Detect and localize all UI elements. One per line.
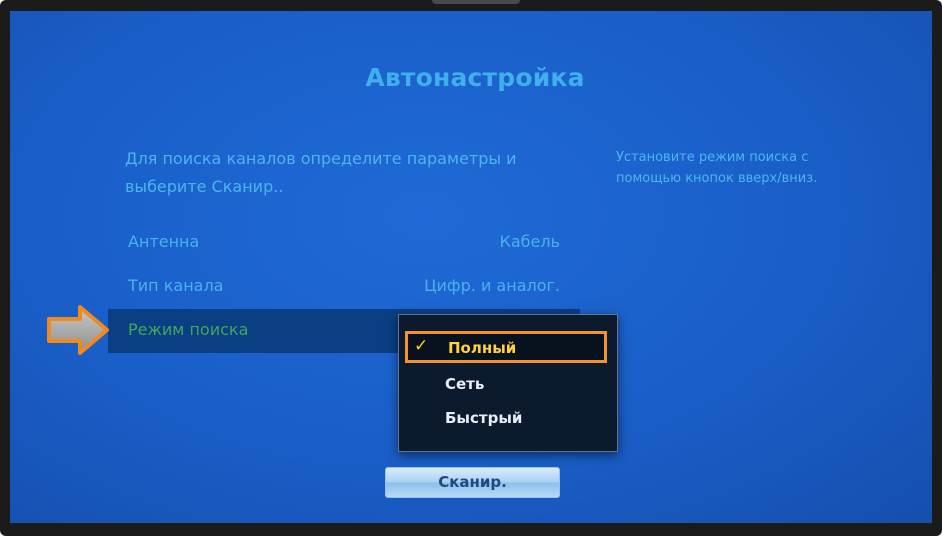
help-hint: Установите режим поиска с помощью кнопок… bbox=[616, 150, 818, 186]
setting-label: Режим поиска bbox=[128, 320, 249, 339]
option-label: Сеть bbox=[445, 375, 485, 393]
option-label: Быстрый bbox=[445, 409, 523, 427]
option-label: Полный bbox=[448, 339, 517, 357]
setting-value: Кабель bbox=[499, 232, 560, 251]
auto-tuning-screen: Автонастройка Для поиска каналов определ… bbox=[10, 11, 932, 523]
setting-row-channel-type[interactable]: Тип канала Цифр. и аналог. bbox=[108, 265, 580, 309]
check-icon: ✓ bbox=[414, 336, 429, 356]
tv-frame: Автонастройка Для поиска каналов определ… bbox=[0, 0, 942, 536]
arrow-right-icon bbox=[46, 304, 110, 356]
page-title: Автонастройка bbox=[365, 63, 585, 92]
search-mode-dropdown[interactable]: ✓ Полный Сеть Быстрый bbox=[398, 314, 618, 452]
intro-text: Для поиска каналов определите параметры … bbox=[125, 149, 517, 196]
setting-value: Цифр. и аналог. bbox=[424, 276, 560, 295]
tv-notch bbox=[432, 0, 520, 4]
option-full[interactable]: ✓ Полный bbox=[405, 331, 607, 363]
option-network[interactable]: Сеть bbox=[405, 368, 607, 400]
scan-button[interactable]: Сканир. bbox=[385, 467, 560, 498]
setting-row-antenna[interactable]: Антенна Кабель bbox=[108, 221, 580, 265]
setting-label: Антенна bbox=[128, 232, 200, 251]
setting-label: Тип канала bbox=[128, 276, 224, 295]
option-quick[interactable]: Быстрый bbox=[405, 402, 607, 434]
